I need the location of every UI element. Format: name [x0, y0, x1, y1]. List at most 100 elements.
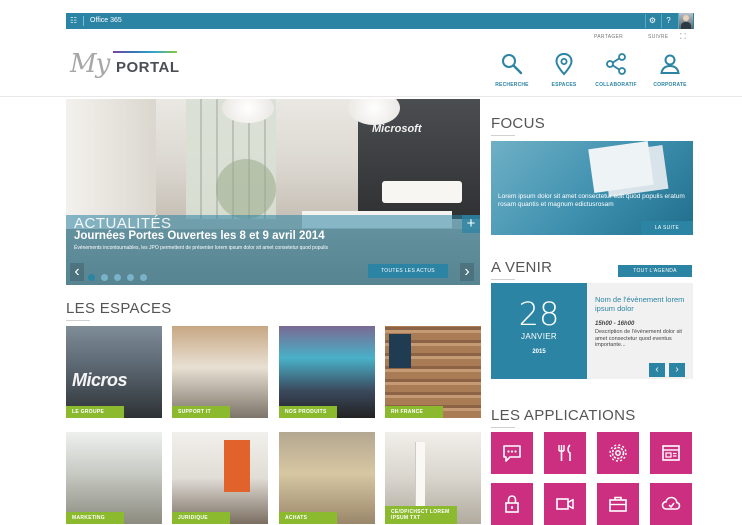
app-tile-video[interactable]	[544, 483, 586, 525]
restaurant-icon	[558, 444, 571, 461]
follow-link[interactable]: SUIVRE	[648, 34, 668, 40]
carousel-prev-icon[interactable]: ‹	[70, 263, 84, 281]
espace-tile[interactable]: Micros LE GROUPE	[66, 326, 162, 418]
briefcase-icon	[609, 496, 627, 512]
browser-window-icon	[662, 445, 680, 461]
focus-card[interactable]: Lorem ipsum dolor sit amet consectetur e…	[491, 141, 693, 235]
divider	[83, 16, 84, 26]
espace-tile[interactable]: NOS PRODUITS	[279, 326, 375, 418]
carousel-dot[interactable]	[88, 274, 95, 281]
focus-text: Lorem ipsum dolor sit amet consectetur e…	[498, 193, 685, 208]
tile-label: JURIDIQUE	[172, 512, 230, 524]
app-tile-chat[interactable]	[491, 432, 533, 474]
espace-tile[interactable]: RH FRANCE	[385, 326, 481, 418]
nav-collaboratif[interactable]: COLLABORATIF	[590, 52, 642, 88]
focus-title: FOCUS	[491, 115, 545, 132]
settings-icon	[609, 444, 627, 462]
gear-icon[interactable]: ⚙	[645, 14, 659, 28]
event-description: Description de l'évènement dolor sit ame…	[595, 329, 682, 348]
section-underline	[491, 427, 515, 428]
tile-photo-text: Micros	[72, 370, 128, 390]
app-tile-briefcase[interactable]	[597, 483, 639, 525]
help-icon[interactable]: ?	[661, 14, 675, 28]
chat-icon	[503, 445, 521, 462]
search-icon	[502, 54, 523, 75]
section-underline	[491, 135, 515, 136]
carousel-dot[interactable]	[127, 274, 134, 281]
cloud-icon	[661, 496, 681, 510]
fullscreen-icon[interactable]: ⛶	[680, 32, 686, 42]
event-info: Nom de l'évènement lorem ipsum dolor 15h…	[587, 283, 693, 379]
header-divider	[0, 96, 742, 97]
event-day: 28	[518, 295, 560, 333]
person-icon	[660, 54, 680, 74]
hero-description: Événements incontournables, les JPO perm…	[74, 245, 329, 251]
nav-label: RECHERCHE	[495, 82, 529, 88]
espace-tile[interactable]: JURIDIQUE	[172, 432, 268, 524]
tile-photo	[172, 326, 268, 418]
location-pin-icon	[555, 52, 573, 76]
carousel-dot[interactable]	[101, 274, 108, 281]
tile-label: LE GROUPE	[66, 406, 124, 418]
logo-color-bar	[113, 51, 177, 53]
tile-photo	[279, 432, 375, 524]
section-underline	[66, 320, 90, 321]
event-month: JANVIER	[521, 332, 557, 341]
event-time: 15h00 - 16h00	[595, 321, 635, 327]
read-more-button[interactable]: LA SUITE	[641, 221, 693, 235]
share-link[interactable]: PARTAGER	[594, 34, 623, 40]
espace-tile[interactable]: MARKETING	[66, 432, 162, 524]
app-launcher-icon[interactable]: ☷	[70, 16, 77, 26]
carousel-dot[interactable]	[114, 274, 121, 281]
myportal-logo[interactable]: My PORTAL	[70, 48, 180, 80]
hero-photo-sofa	[382, 181, 462, 203]
tile-photo	[279, 326, 375, 418]
tile-label: CE/DP/CHSCT LOREM IPSUM TXT	[385, 506, 457, 524]
event-title[interactable]: Nom de l'évènement lorem ipsum dolor	[595, 295, 691, 313]
avatar[interactable]	[678, 13, 693, 29]
app-tile-lock[interactable]	[491, 483, 533, 525]
app-tile-browser[interactable]	[650, 432, 692, 474]
hero-title[interactable]: Journées Portes Ouvertes les 8 et 9 avri…	[74, 230, 325, 242]
app-tile-settings[interactable]	[597, 432, 639, 474]
carousel-next-icon[interactable]: ›	[460, 263, 474, 281]
espace-tile[interactable]: ACHATS	[279, 432, 375, 524]
avenir-title: A VENIR	[491, 259, 553, 276]
news-carousel[interactable]: Microsoft + ACTUALITÉS Journées Portes O…	[66, 99, 480, 285]
espace-tile[interactable]: SUPPORT IT	[172, 326, 268, 418]
nav-recherche[interactable]: RECHERCHE	[486, 52, 538, 88]
nav-espaces[interactable]: ESPACES	[538, 52, 590, 88]
focus-photo	[588, 141, 654, 193]
nav-label: COLLABORATIF	[595, 82, 637, 88]
app-tile-cloud[interactable]	[650, 483, 692, 525]
tile-photo	[66, 432, 162, 524]
tile-photo	[172, 432, 268, 524]
applications-title: LES APPLICATIONS	[491, 407, 636, 424]
event-date-block[interactable]: 28 JANVIER 2015	[491, 283, 587, 379]
video-camera-icon	[556, 498, 574, 510]
lock-icon	[505, 495, 519, 513]
full-agenda-button[interactable]: TOUT L'AGENDA	[618, 265, 692, 277]
nav-corporate[interactable]: CORPORATE	[644, 52, 696, 88]
event-prev-icon[interactable]: ‹	[649, 363, 665, 377]
carousel-dots	[88, 268, 153, 285]
logo-my-text: My	[70, 49, 110, 79]
hero-brand-sign: Microsoft	[372, 123, 422, 135]
carousel-dot[interactable]	[140, 274, 147, 281]
tile-photo-screen	[389, 334, 411, 368]
tile-photo-tree	[415, 442, 425, 512]
expand-plus-icon[interactable]: +	[462, 215, 480, 233]
nav-label: ESPACES	[551, 82, 577, 88]
nav-label: CORPORATE	[653, 82, 687, 88]
tile-label: NOS PRODUITS	[279, 406, 337, 418]
app-tile-restaurant[interactable]	[544, 432, 586, 474]
office365-link[interactable]: Office 365	[90, 16, 122, 26]
espace-tile[interactable]: CE/DP/CHSCT LOREM IPSUM TXT	[385, 432, 481, 524]
hero-photo-tree	[216, 159, 276, 219]
tile-label: ACHATS	[279, 512, 337, 524]
office365-suite-bar: ☷ Office 365 ⚙ ?	[66, 13, 694, 29]
logo-portal-text: PORTAL	[116, 59, 180, 76]
event-next-icon[interactable]: ›	[669, 363, 685, 377]
tile-label: SUPPORT IT	[172, 406, 230, 418]
all-news-button[interactable]: TOUTES LES ACTUS	[368, 264, 448, 278]
